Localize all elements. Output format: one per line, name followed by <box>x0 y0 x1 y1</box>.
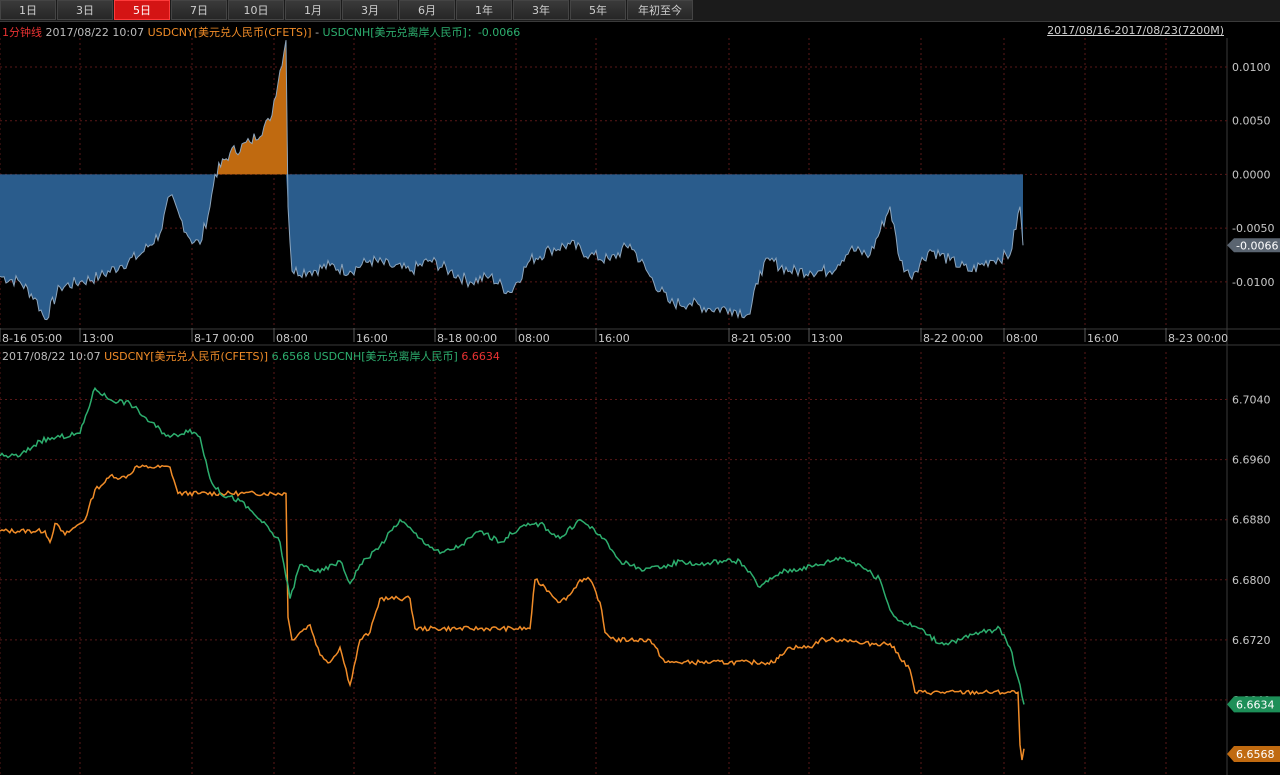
top-x-tick-label-1: 13:00 <box>82 332 114 345</box>
top-x-tick-label-6: 08:00 <box>518 332 550 345</box>
series-line-0 <box>0 464 1025 761</box>
top-x-tick-label-0: 8-16 05:00 <box>2 332 62 345</box>
series-line-1 <box>0 386 1025 705</box>
bottom-current-label-0: 6.6634 <box>1236 698 1275 711</box>
top-x-tick-label-4: 16:00 <box>356 332 388 345</box>
top-x-tick-label-9: 13:00 <box>811 332 843 345</box>
spread-negative-area <box>0 174 1023 320</box>
bottom-y-tick-label-3: 6.6800 <box>1232 574 1271 587</box>
spread-positive-area <box>0 40 1023 175</box>
top-y-tick-label-1: 0.0050 <box>1232 115 1271 128</box>
top-y-tick-label-0: 0.0100 <box>1232 61 1271 74</box>
charts-canvas: 0.0100 0.0050 0.0000 -0.0050 -0.0100 8-16 05:… <box>0 38 1280 775</box>
top-x-tick-label-5: 8-18 00:00 <box>437 332 497 345</box>
bottom-y-tick-label-4: 6.6720 <box>1232 634 1271 647</box>
top-x-tick-label-12: 16:00 <box>1087 332 1119 345</box>
bottom-current-label-1: 6.6568 <box>1236 748 1275 761</box>
spread-current-label: -0.0066 <box>1236 239 1278 252</box>
top-x-tick-label-3: 08:00 <box>276 332 308 345</box>
top-x-tick-label-7: 16:00 <box>598 332 630 345</box>
top-x-tick-label-10: 8-22 00:00 <box>923 332 983 345</box>
bottom-y-tick-label-1: 6.6960 <box>1232 454 1271 467</box>
top-x-tick-label-2: 8-17 00:00 <box>194 332 254 345</box>
top-y-tick-label-3: -0.0050 <box>1232 222 1274 235</box>
top-x-tick-label-8: 8-21 05:00 <box>731 332 791 345</box>
top-x-tick-label-13: 8-23 00:00 <box>1168 332 1228 345</box>
top-y-tick-label-2: 0.0000 <box>1232 168 1271 181</box>
top-x-tick-label-11: 08:00 <box>1006 332 1038 345</box>
bottom-y-tick-label-2: 6.6880 <box>1232 514 1271 527</box>
bottom-y-tick-label-0: 6.7040 <box>1232 394 1271 407</box>
top-y-tick-label-4: -0.0100 <box>1232 276 1274 289</box>
